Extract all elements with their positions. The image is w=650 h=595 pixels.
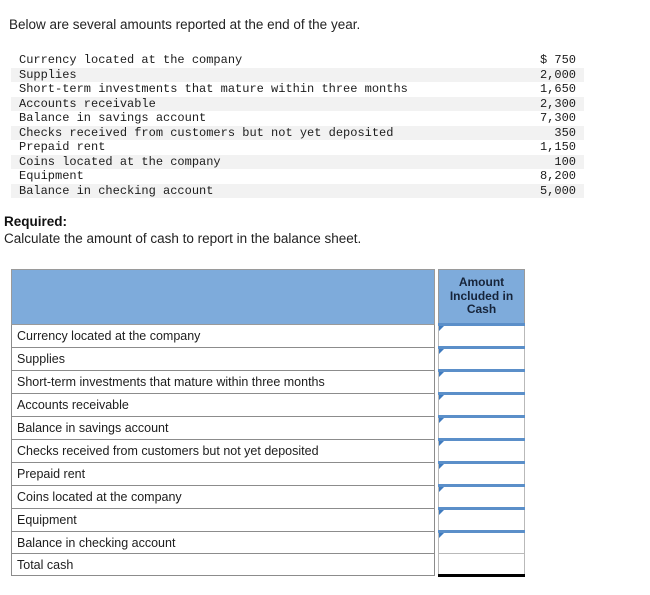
total-cash-value xyxy=(438,553,525,577)
amount-row-value: 5,000 xyxy=(539,183,576,198)
required-label: Required: xyxy=(4,214,68,229)
amount-row-value: 8,200 xyxy=(539,169,576,183)
answer-row-label: Accounts receivable xyxy=(11,393,435,417)
answer-row-label: Equipment xyxy=(11,508,435,532)
cell-corner-marker-icon xyxy=(439,510,444,515)
answer-header-amount-line3: Cash xyxy=(466,302,497,317)
amount-row-label: Supplies xyxy=(19,67,77,82)
amount-row-value: 1,650 xyxy=(539,82,576,96)
amount-row-value: 7,300 xyxy=(539,111,576,125)
amount-row-label: Equipment xyxy=(19,169,84,183)
table-row: Accounts receivable xyxy=(11,392,525,417)
amount-row-label: Balance in checking account xyxy=(19,183,214,198)
total-row: Total cash xyxy=(11,553,525,577)
cell-corner-marker-icon xyxy=(439,533,444,538)
answer-header-blank xyxy=(11,269,435,325)
answer-amount-input[interactable] xyxy=(438,369,525,394)
amount-row-label: Accounts receivable xyxy=(19,96,156,111)
table-row: Coins located at the company 100 xyxy=(11,154,584,169)
answer-table-body: Currency located at the company Supplies… xyxy=(11,323,525,577)
answer-row-label: Currency located at the company xyxy=(11,324,435,348)
amount-row-value: 2,300 xyxy=(539,96,576,111)
table-row: Balance in savings account 7,300 xyxy=(11,111,584,126)
table-row: Prepaid rent 1,150 xyxy=(11,140,584,155)
answer-row-label: Checks received from customers but not y… xyxy=(11,439,435,463)
amount-row-label: Currency located at the company xyxy=(19,53,243,67)
table-row: Balance in checking account xyxy=(11,530,525,554)
cell-corner-marker-icon xyxy=(439,395,444,400)
table-row: Supplies xyxy=(11,346,525,371)
amount-row-label: Short-term investments that mature withi… xyxy=(19,82,408,96)
answer-row-label: Coins located at the company xyxy=(11,485,435,509)
answer-row-label: Prepaid rent xyxy=(11,462,435,486)
amount-row-value: 100 xyxy=(554,154,576,169)
table-row: Balance in checking account 5,000 xyxy=(11,183,584,198)
answer-table: Amount Included in Cash Currency located… xyxy=(11,269,525,577)
amount-row-value: 350 xyxy=(554,125,576,140)
answer-amount-input[interactable] xyxy=(438,461,525,486)
answer-row-label: Balance in savings account xyxy=(11,416,435,440)
table-row: Checks received from customers but not y… xyxy=(11,438,525,463)
answer-amount-input[interactable] xyxy=(438,323,525,348)
amount-row-value: 2,000 xyxy=(539,67,576,82)
answer-amount-input[interactable] xyxy=(438,415,525,440)
table-row: Short-term investments that mature withi… xyxy=(11,369,525,394)
cell-corner-marker-icon xyxy=(439,441,444,446)
amount-row-label: Prepaid rent xyxy=(19,140,106,154)
answer-amount-input[interactable] xyxy=(438,484,525,509)
amount-row-value: 1,150 xyxy=(539,140,576,154)
required-instruction: Calculate the amount of cash to report i… xyxy=(4,231,362,246)
answer-header-amount: Amount Included in Cash xyxy=(438,269,525,325)
amount-row-label: Balance in savings account xyxy=(19,111,207,125)
amounts-table: Currency located at the company $ 750 Su… xyxy=(11,53,584,198)
table-row: Equipment xyxy=(11,507,525,532)
table-row: Currency located at the company xyxy=(11,323,525,348)
answer-amount-input[interactable] xyxy=(438,507,525,532)
table-row: Equipment 8,200 xyxy=(11,169,584,184)
answer-row-label: Supplies xyxy=(11,347,435,371)
answer-header-row: Amount Included in Cash xyxy=(11,269,525,325)
answer-amount-input[interactable] xyxy=(438,346,525,371)
answer-amount-input[interactable] xyxy=(438,438,525,463)
cell-corner-marker-icon xyxy=(439,349,444,354)
amount-row-value: $ 750 xyxy=(539,53,576,67)
answer-header-amount-line1: Amount xyxy=(458,275,505,290)
table-row: Short-term investments that mature withi… xyxy=(11,82,584,97)
answer-row-label: Balance in checking account xyxy=(11,531,435,554)
answer-table-wrapper: Amount Included in Cash Currency located… xyxy=(11,269,525,577)
amounts-table-body: Currency located at the company $ 750 Su… xyxy=(11,53,584,198)
table-row: Coins located at the company xyxy=(11,484,525,509)
cell-corner-marker-icon xyxy=(439,326,444,331)
amount-row-label: Checks received from customers but not y… xyxy=(19,125,394,140)
table-row: Prepaid rent xyxy=(11,461,525,486)
amount-row-label: Coins located at the company xyxy=(19,154,221,169)
cell-corner-marker-icon xyxy=(439,487,444,492)
total-cash-label: Total cash xyxy=(11,553,435,576)
cell-corner-marker-icon xyxy=(439,418,444,423)
table-row: Checks received from customers but not y… xyxy=(11,125,584,140)
table-row: Supplies 2,000 xyxy=(11,67,584,82)
table-row: Currency located at the company $ 750 xyxy=(11,53,584,68)
table-row: Balance in savings account xyxy=(11,415,525,440)
answer-table-head: Amount Included in Cash xyxy=(11,269,525,325)
intro-text: Below are several amounts reported at th… xyxy=(9,17,361,32)
answer-row-label: Short-term investments that mature withi… xyxy=(11,370,435,394)
answer-header-amount-line2: Included in xyxy=(449,288,514,303)
table-row: Accounts receivable 2,300 xyxy=(11,96,584,111)
cell-corner-marker-icon xyxy=(439,372,444,377)
cell-corner-marker-icon xyxy=(439,464,444,469)
answer-amount-input[interactable] xyxy=(438,392,525,417)
answer-amount-input[interactable] xyxy=(438,530,525,554)
